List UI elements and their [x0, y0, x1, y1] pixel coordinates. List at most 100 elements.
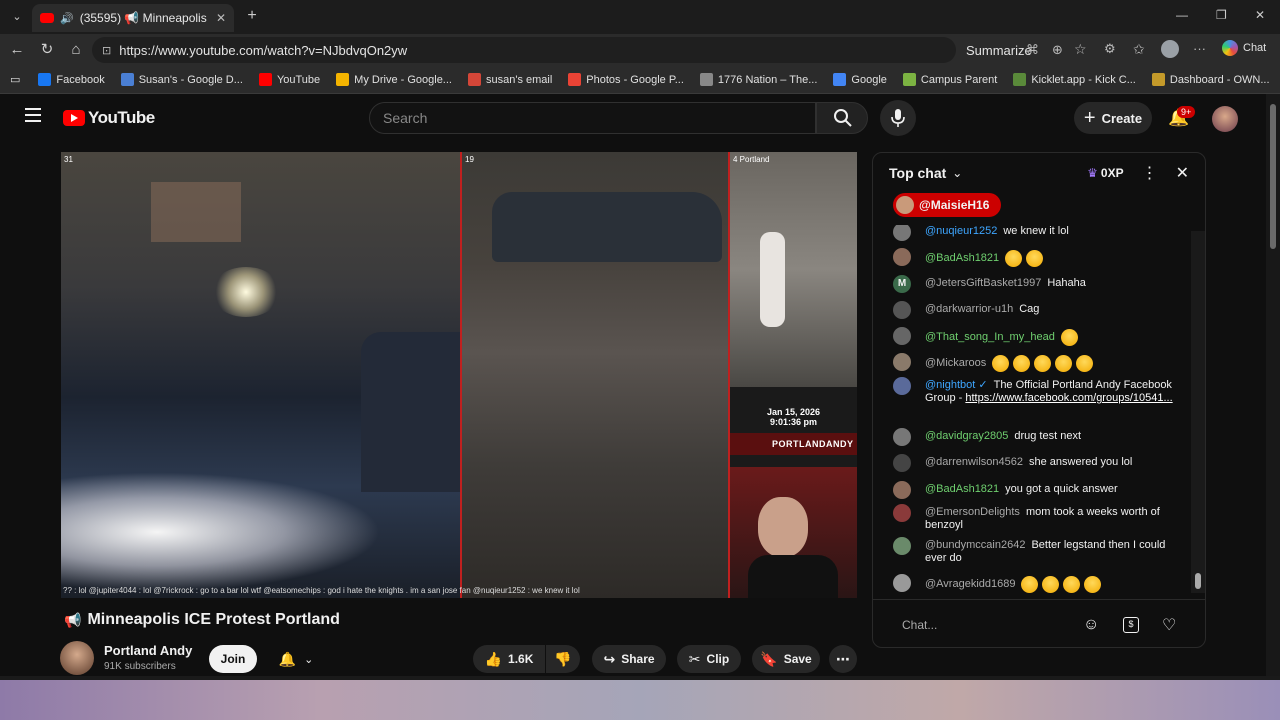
chat-username[interactable]: @Avragekidd1689	[925, 578, 1015, 590]
chat-username[interactable]: @Mickaroos	[925, 357, 986, 369]
chat-avatar[interactable]	[893, 481, 911, 499]
channel-name[interactable]: Portland Andy	[104, 643, 192, 658]
chat-message[interactable]: @bundymccain2642 Better legstand then I c…	[893, 537, 1183, 565]
bookmark-item[interactable]: Susan's - Google D...	[113, 66, 251, 94]
home-icon[interactable]: ⌂	[66, 40, 86, 60]
favorites-icon[interactable]: ✩	[1133, 41, 1145, 58]
bookmark-item[interactable]: My Drive - Google...	[328, 66, 460, 94]
chat-username[interactable]: @darkwarrior-u1h	[925, 303, 1013, 315]
like-button[interactable]: 👍 1.6K	[473, 645, 545, 673]
bookmark-item[interactable]: Facebook	[30, 66, 112, 94]
join-button[interactable]: Join	[209, 645, 257, 673]
chat-avatar[interactable]	[893, 301, 911, 319]
new-tab-icon[interactable]: +	[243, 7, 261, 25]
bookmark-item[interactable]: YouTube	[251, 66, 328, 94]
voice-search-button[interactable]	[880, 100, 916, 136]
browser-tab[interactable]: 🔊 (35595) 📢 Minneapolis ICE P ✕	[32, 4, 234, 32]
chat-message[interactable]: @BadAsh1821	[893, 248, 1183, 267]
chat-menu-icon[interactable]: ⋮	[1142, 163, 1158, 183]
chat-input[interactable]: Chat...	[891, 612, 1091, 638]
chat-link[interactable]: https://www.facebook.com/groups/10541...	[965, 392, 1172, 404]
search-input[interactable]: Search	[369, 102, 816, 134]
search-button[interactable]	[816, 102, 868, 134]
bookmark-item[interactable]: Google	[825, 66, 894, 94]
reload-icon[interactable]: ↻	[37, 40, 57, 60]
url-bar[interactable]: ⊡ https://www.youtube.com/watch?v=NJbdvq…	[92, 37, 1032, 63]
pinned-user-chip[interactable]: @MaisieH16	[893, 193, 1002, 217]
page-scrollbar[interactable]	[1266, 94, 1280, 676]
close-chat-icon[interactable]: ✕	[1176, 163, 1189, 183]
chat-avatar[interactable]	[893, 454, 911, 472]
chat-avatar[interactable]	[893, 574, 911, 592]
copilot-chat-button[interactable]: Chat	[1222, 40, 1266, 56]
dislike-button[interactable]: 👎	[546, 645, 580, 673]
chat-username[interactable]: @BadAsh1821	[925, 483, 999, 495]
chat-message[interactable]: @EmersonDelights mom took a weeks worth o…	[893, 504, 1183, 532]
chat-avatar[interactable]	[893, 248, 911, 266]
subscription-bell-button[interactable]: 🔔 ⌄	[267, 645, 325, 673]
bookmark-item[interactable]: Photos - Google P...	[560, 66, 692, 94]
emoji-icon[interactable]: ☺	[1083, 616, 1099, 634]
chat-avatar[interactable]	[893, 504, 911, 522]
clip-button[interactable]: ✂ Clip	[677, 645, 741, 673]
bookmark-item[interactable]: Dashboard - OWN...	[1144, 66, 1278, 94]
speaker-icon[interactable]: 🔊	[60, 12, 74, 25]
heart-icon[interactable]: ♡	[1162, 615, 1176, 635]
chat-username[interactable]: @darrenwilson4562	[925, 456, 1023, 468]
chat-username[interactable]: @nuqieur1252	[925, 225, 997, 237]
create-button[interactable]: + Create	[1074, 102, 1152, 134]
chat-avatar[interactable]	[893, 428, 911, 446]
chat-avatar[interactable]: M	[893, 275, 911, 293]
chat-mode-selector[interactable]: Top chat	[889, 165, 946, 181]
more-menu-icon[interactable]: ···	[1193, 41, 1206, 56]
share-button[interactable]: ↪ Share	[592, 645, 666, 673]
extensions-icon[interactable]: ⚙	[1104, 41, 1116, 57]
read-aloud-icon[interactable]: ⌘	[1026, 42, 1039, 58]
chat-avatar[interactable]	[893, 225, 911, 241]
more-actions-icon[interactable]: ⋯	[829, 645, 857, 673]
chat-username[interactable]: @EmersonDelights	[925, 506, 1020, 518]
chat-username[interactable]: @bundymccain2642	[925, 539, 1025, 551]
close-tab-icon[interactable]: ✕	[216, 11, 226, 25]
maximize-icon[interactable]: ❐	[1216, 8, 1227, 22]
window-close-icon[interactable]: ✕	[1255, 8, 1265, 22]
chevron-down-icon[interactable]: ⌄	[952, 166, 962, 180]
back-icon[interactable]: ←	[7, 40, 27, 60]
account-avatar[interactable]	[1212, 106, 1238, 132]
chat-avatar[interactable]	[893, 327, 911, 345]
site-info-icon[interactable]: ⊡	[102, 44, 111, 57]
bookmarks-menu-icon[interactable]: ▭	[0, 66, 30, 94]
chat-avatar[interactable]	[893, 353, 911, 371]
chat-message[interactable]: @That_song_In_my_head	[893, 327, 1183, 346]
super-chat-icon[interactable]: $	[1123, 617, 1139, 633]
xp-badge[interactable]: ♛ 0XP	[1087, 166, 1123, 180]
save-button[interactable]: 🔖 Save	[752, 645, 820, 673]
tab-list-icon[interactable]: ⌄	[8, 8, 26, 26]
chat-username[interactable]: @JetersGiftBasket1997	[925, 277, 1041, 289]
chat-message[interactable]: @darrenwilson4562 she answered you lol	[893, 454, 1183, 472]
summarize-button[interactable]: Summarize	[966, 43, 1032, 58]
chat-avatar[interactable]	[893, 537, 911, 555]
chat-message[interactable]: @Mickaroos	[893, 353, 1183, 372]
chat-message[interactable]: @davidgray2805 drug test next	[893, 428, 1183, 446]
chat-scrollbar[interactable]	[1191, 231, 1205, 593]
chat-message[interactable]: @nightbot ✓ The Official Portland Andy Fa…	[893, 377, 1183, 405]
chat-username[interactable]: @BadAsh1821	[925, 252, 999, 264]
channel-avatar[interactable]	[60, 641, 94, 675]
chat-message[interactable]: @darkwarrior-u1h Cag	[893, 301, 1183, 319]
minimize-icon[interactable]: —	[1176, 8, 1188, 22]
profile-icon[interactable]	[1161, 40, 1179, 58]
zoom-icon[interactable]: ⊕	[1052, 42, 1063, 58]
chat-message[interactable]: @BadAsh1821 you got a quick answer	[893, 481, 1183, 499]
bookmark-item[interactable]: Kicklet.app - Kick C...	[1005, 66, 1144, 94]
favorite-star-icon[interactable]: ☆	[1074, 41, 1087, 58]
chat-avatar[interactable]	[893, 377, 911, 395]
video-player[interactable]: 31 19 4 Portland Jan 15, 2026 9:01:36 pm…	[61, 152, 857, 598]
chat-username[interactable]: @That_song_In_my_head	[925, 331, 1055, 343]
chat-message[interactable]: M @JetersGiftBasket1997 Hahaha	[893, 275, 1183, 293]
chat-username[interactable]: @davidgray2805	[925, 430, 1008, 442]
bookmark-item[interactable]: 1776 Nation – The...	[692, 66, 825, 94]
chat-message[interactable]: @nuqieur1252 we knew it lol	[893, 225, 1183, 241]
hamburger-menu-icon[interactable]	[25, 108, 41, 122]
bookmark-item[interactable]: Campus Parent	[895, 66, 1005, 94]
